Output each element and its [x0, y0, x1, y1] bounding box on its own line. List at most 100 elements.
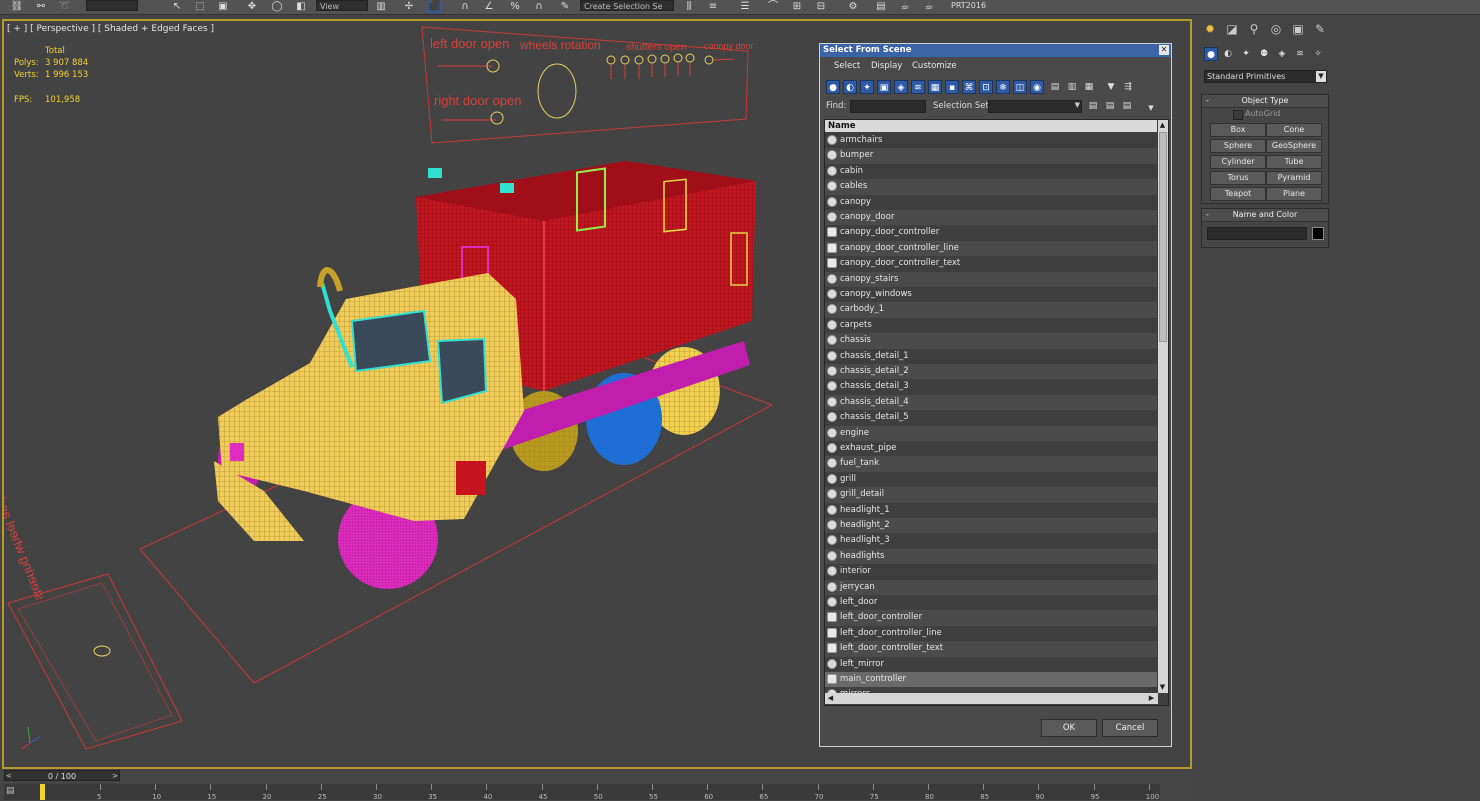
- list-item[interactable]: bumper: [825, 148, 1157, 164]
- spacewarps-icon[interactable]: ≋: [1293, 47, 1307, 61]
- track-bar[interactable]: 5 10 15 20 25 30 35 40 45 50 55 60 65 70 75 80 85 90 95 100: [4, 784, 1160, 801]
- list-item[interactable]: jerrycan: [825, 579, 1157, 595]
- list-item[interactable]: chassis_detail_2: [825, 364, 1157, 380]
- display-containers-icon[interactable]: ⊡: [979, 80, 993, 94]
- object-type-header[interactable]: - Object Type: [1202, 95, 1328, 108]
- pivot-icon[interactable]: ▥: [374, 1, 388, 13]
- list-item[interactable]: chassis: [825, 333, 1157, 349]
- list-item[interactable]: carpets: [825, 318, 1157, 333]
- edit-named-selections-icon[interactable]: ✎: [558, 1, 572, 13]
- list-item[interactable]: cabin: [825, 164, 1157, 179]
- display-spacewarps-icon[interactable]: ≋: [911, 80, 925, 94]
- list-item[interactable]: left_mirror: [825, 657, 1157, 672]
- motion-tab-icon[interactable]: ◎: [1268, 21, 1284, 37]
- list-item[interactable]: grill: [825, 472, 1157, 487]
- render-icon[interactable]: ☕: [898, 1, 912, 13]
- edit-selection-set-icon[interactable]: ▤: [1120, 99, 1134, 113]
- display-hidden-icon[interactable]: ◫: [1013, 80, 1027, 94]
- pyramid-button[interactable]: Pyramid: [1266, 171, 1322, 185]
- mirror-icon[interactable]: ⫼: [682, 1, 696, 13]
- align-icon[interactable]: ≡: [706, 1, 720, 13]
- list-item[interactable]: canopy_door: [825, 210, 1157, 226]
- object-name-input[interactable]: [1207, 227, 1307, 240]
- rendered-frame-icon[interactable]: ▤: [874, 1, 888, 13]
- track-view-icon[interactable]: ▤: [6, 786, 22, 798]
- display-lights-icon[interactable]: ✦: [860, 80, 874, 94]
- list-item[interactable]: left_door: [825, 595, 1157, 610]
- bind-icon[interactable]: ➰: [58, 1, 72, 13]
- cylinder-button[interactable]: Cylinder: [1210, 155, 1266, 169]
- display-helpers-icon[interactable]: ◈: [894, 80, 908, 94]
- list-item[interactable]: canopy_stairs: [825, 271, 1157, 287]
- menu-select[interactable]: Select: [834, 61, 860, 71]
- lights-icon[interactable]: ✦: [1239, 47, 1253, 61]
- sphere-button[interactable]: Sphere: [1210, 139, 1266, 153]
- object-color-swatch[interactable]: [1312, 227, 1324, 240]
- list-item[interactable]: headlights: [825, 548, 1157, 565]
- close-icon[interactable]: ✕: [1159, 45, 1169, 55]
- list-item[interactable]: headlight_3: [825, 533, 1157, 548]
- display-shapes-icon[interactable]: ◐: [843, 80, 857, 94]
- selection-filter-dropdown[interactable]: [86, 0, 138, 11]
- geosphere-button[interactable]: GeoSphere: [1266, 139, 1322, 153]
- list-item[interactable]: main_controller: [825, 672, 1157, 688]
- scene-object-list[interactable]: Name armchairs bumper cabin cables canopy can…: [824, 119, 1169, 706]
- list-item[interactable]: left_door_controller_text: [825, 641, 1157, 657]
- scroll-right-icon[interactable]: ▶: [1147, 694, 1156, 703]
- torus-button[interactable]: Torus: [1210, 171, 1266, 185]
- shapes-icon[interactable]: ◐: [1221, 47, 1235, 61]
- display-bones-icon[interactable]: ⌘: [962, 80, 976, 94]
- plane-button[interactable]: Plane: [1266, 187, 1322, 201]
- primitive-type-dropdown[interactable]: Standard Primitives ▼: [1204, 70, 1327, 83]
- scroll-left-icon[interactable]: ◀: [826, 694, 835, 703]
- list-item[interactable]: canopy_door_controller_text: [825, 256, 1157, 271]
- list-item[interactable]: engine: [825, 425, 1157, 441]
- current-frame-marker[interactable]: [40, 784, 45, 800]
- scroll-down-icon[interactable]: ▼: [1158, 683, 1167, 692]
- horizontal-scrollbar[interactable]: ◀ ▶: [825, 693, 1158, 704]
- list-item[interactable]: canopy_windows: [825, 287, 1157, 302]
- schematic-view-icon[interactable]: ⊞: [790, 1, 804, 13]
- link-icon[interactable]: ⛓: [10, 1, 24, 13]
- spinner-snap-icon[interactable]: ∩: [532, 1, 546, 13]
- reference-coordinate-dropdown[interactable]: View: [316, 0, 368, 11]
- list-item[interactable]: interior: [825, 564, 1157, 579]
- list-item[interactable]: fuel_tank: [825, 456, 1157, 472]
- name-and-color-header[interactable]: - Name and Color: [1202, 209, 1328, 222]
- autogrid-checkbox[interactable]: [1233, 110, 1243, 120]
- list-item[interactable]: left_door_controller_line: [825, 626, 1157, 641]
- systems-icon[interactable]: ✧: [1311, 47, 1325, 61]
- geometry-icon[interactable]: ●: [1204, 47, 1218, 61]
- display-invert-icon[interactable]: ▥: [1065, 80, 1079, 94]
- rotate-icon[interactable]: ◯: [270, 1, 284, 13]
- list-item[interactable]: chassis_detail_4: [825, 394, 1157, 411]
- slider-right-arrow-icon[interactable]: >: [112, 771, 118, 782]
- cancel-button[interactable]: Cancel: [1102, 719, 1158, 737]
- list-item[interactable]: chassis_detail_5: [825, 410, 1157, 425]
- hierarchy-tab-icon[interactable]: ⚲: [1246, 21, 1262, 37]
- scroll-up-icon[interactable]: ▲: [1158, 121, 1167, 130]
- select-manipulate-icon[interactable]: ✢: [402, 1, 416, 13]
- box-button[interactable]: Box: [1210, 123, 1266, 137]
- display-cameras-icon[interactable]: ▣: [877, 80, 891, 94]
- display-none-icon[interactable]: ▤: [1048, 80, 1062, 94]
- cone-button[interactable]: Cone: [1266, 123, 1322, 137]
- name-column-header[interactable]: Name: [825, 120, 1157, 132]
- teapot-button[interactable]: Teapot: [1210, 187, 1266, 201]
- remove-selection-set-icon[interactable]: ▤: [1103, 99, 1117, 113]
- modify-tab-icon[interactable]: ◪: [1224, 21, 1240, 37]
- list-item[interactable]: grill_detail: [825, 487, 1157, 503]
- display-xrefs-icon[interactable]: ▪: [945, 80, 959, 94]
- window-crossing-icon[interactable]: ▣: [216, 1, 230, 13]
- angle-snap-icon[interactable]: ∠: [482, 1, 496, 13]
- display-groups-icon[interactable]: ▦: [928, 80, 942, 94]
- add-selection-set-icon[interactable]: ▤: [1086, 99, 1100, 113]
- list-view-icon[interactable]: ▦: [1082, 80, 1096, 94]
- display-frozen-icon[interactable]: ❄: [996, 80, 1010, 94]
- select-region-icon[interactable]: ⬚: [193, 1, 207, 13]
- list-item[interactable]: chassis_detail_3: [825, 379, 1157, 394]
- list-item[interactable]: carbody_1: [825, 302, 1157, 318]
- layer-icon[interactable]: ☰: [738, 1, 752, 13]
- menu-customize[interactable]: Customize: [912, 61, 957, 71]
- find-input[interactable]: [850, 100, 926, 113]
